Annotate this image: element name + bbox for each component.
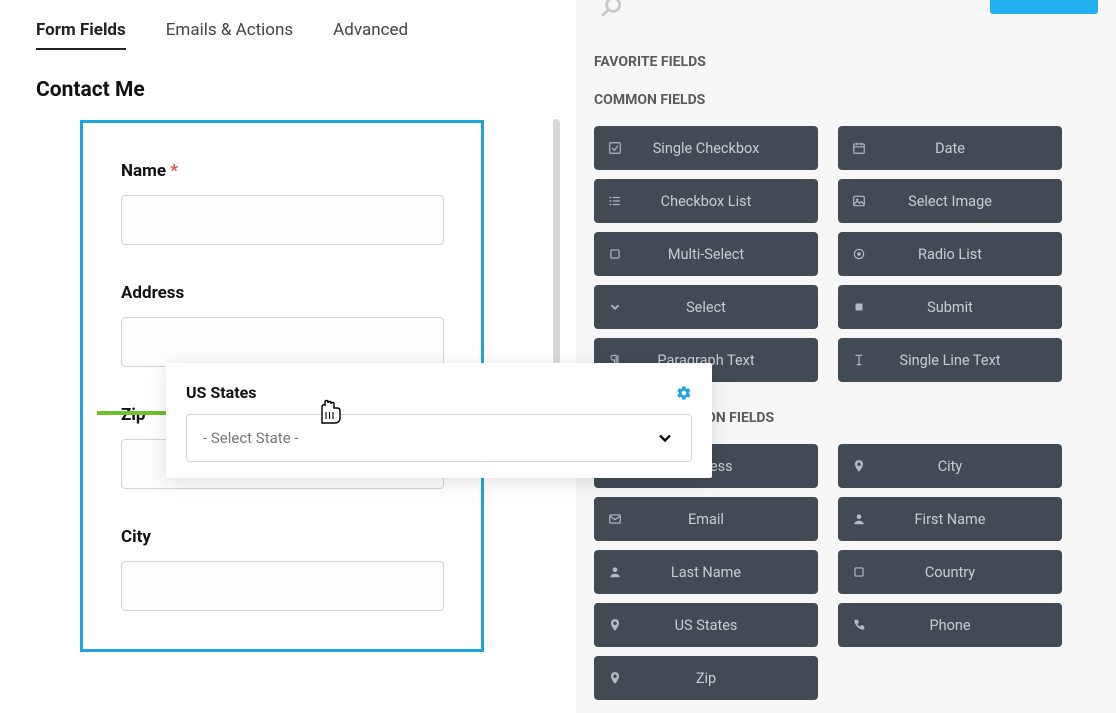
pin-icon (594, 618, 636, 632)
field-type-label: City (880, 458, 1062, 475)
field-label-city: City (121, 527, 443, 547)
field-type-label: Select (636, 299, 818, 316)
field-type-country[interactable]: Country (838, 550, 1062, 594)
builder-tabs: Form Fields Emails & Actions Advanced (36, 20, 576, 50)
name-input[interactable] (121, 195, 444, 245)
field-type-checkbox-list[interactable]: Checkbox List (594, 179, 818, 223)
common-fields-grid: Single Checkbox Date Checkbox List Select I… (594, 126, 1098, 382)
search-icon[interactable] (598, 0, 624, 20)
common-fields-heading: COMMON FIELDS (594, 92, 1098, 108)
required-marker: * (170, 161, 178, 181)
field-label-name: Name * (121, 161, 443, 181)
field-type-label: Country (880, 564, 1062, 581)
drag-preview-us-states[interactable]: US States - Select State - (166, 363, 712, 478)
field-type-last-name[interactable]: Last Name (594, 550, 818, 594)
primary-action-button[interactable] (990, 0, 1098, 14)
tab-emails-actions[interactable]: Emails & Actions (166, 20, 293, 50)
gear-icon[interactable] (676, 385, 692, 401)
field-city: City (121, 527, 443, 611)
user-icon (594, 565, 636, 579)
page-title: Contact Me (36, 78, 576, 102)
text-cursor-icon (838, 353, 880, 367)
tab-advanced[interactable]: Advanced (333, 20, 408, 50)
list-icon (594, 194, 636, 208)
field-type-label: First Name (880, 511, 1062, 528)
radio-icon (838, 247, 880, 261)
drop-indicator (97, 411, 168, 415)
state-select[interactable]: - Select State - (186, 414, 692, 462)
field-type-label: Last Name (636, 564, 818, 581)
field-type-multi-select[interactable]: Multi-Select (594, 232, 818, 276)
checkbox-checked-icon (594, 141, 636, 155)
square-filled-icon (838, 300, 880, 314)
field-type-label: Radio List (880, 246, 1062, 263)
field-type-zip[interactable]: Zip (594, 656, 818, 700)
user-fields-grid: AddressCityEmailFirst NameLast NameCount… (594, 444, 1098, 700)
field-type-single-checkbox[interactable]: Single Checkbox (594, 126, 818, 170)
field-type-label: Email (636, 511, 818, 528)
field-type-radio-list[interactable]: Radio List (838, 232, 1062, 276)
field-type-phone[interactable]: Phone (838, 603, 1062, 647)
field-type-email[interactable]: Email (594, 497, 818, 541)
field-type-label: Date (880, 140, 1062, 157)
envelope-icon (594, 512, 636, 526)
city-input[interactable] (121, 561, 444, 611)
field-type-label: Multi-Select (636, 246, 818, 263)
field-type-label: Phone (880, 617, 1062, 634)
field-type-city[interactable]: City (838, 444, 1062, 488)
field-type-select[interactable]: Select (594, 285, 818, 329)
field-type-label: Zip (636, 670, 818, 687)
field-type-single-line-text[interactable]: Single Line Text (838, 338, 1062, 382)
scrollbar[interactable] (553, 119, 560, 364)
state-select-placeholder: - Select State - (203, 429, 299, 447)
field-type-label: Single Line Text (880, 352, 1062, 369)
field-type-label: Single Checkbox (636, 140, 818, 157)
pin-icon (838, 459, 880, 473)
chevron-down-icon (655, 428, 675, 448)
tab-form-fields[interactable]: Form Fields (36, 20, 126, 50)
field-type-date[interactable]: Date (838, 126, 1062, 170)
image-icon (838, 194, 880, 208)
chevron-down-icon (594, 300, 636, 314)
field-type-label: Checkbox List (636, 193, 818, 210)
field-type-label: Submit (880, 299, 1062, 316)
field-type-us-states[interactable]: US States (594, 603, 818, 647)
field-type-select-image[interactable]: Select Image (838, 179, 1062, 223)
field-type-label: Select Image (880, 193, 1062, 210)
phone-icon (838, 618, 880, 632)
square-icon (594, 247, 636, 261)
favorite-fields-heading: FAVORITE FIELDS (594, 54, 1098, 70)
field-type-label: US States (636, 617, 818, 634)
calendar-icon (838, 141, 880, 155)
field-type-submit[interactable]: Submit (838, 285, 1062, 329)
field-type-first-name[interactable]: First Name (838, 497, 1062, 541)
address-input[interactable] (121, 317, 444, 367)
drag-card-title: US States (186, 383, 256, 402)
field-label-address: Address (121, 283, 443, 303)
square-icon (838, 565, 880, 579)
field-name: Name * (121, 161, 443, 245)
user-icon (838, 512, 880, 526)
field-address: Address (121, 283, 443, 367)
pin-icon (594, 671, 636, 685)
field-label-name-text: Name (121, 161, 166, 181)
